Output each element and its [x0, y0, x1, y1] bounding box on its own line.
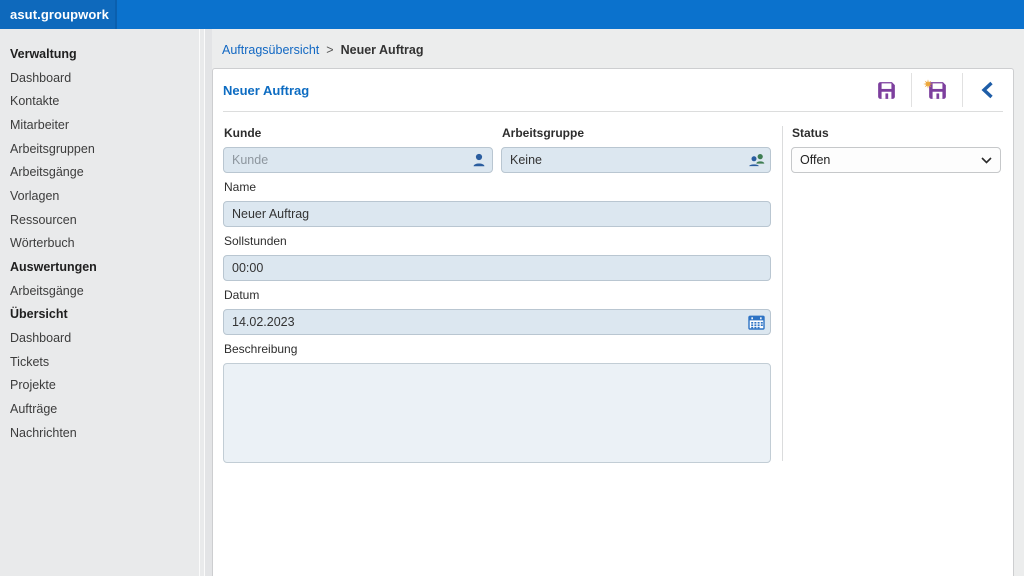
sidebar-item-woerterbuch[interactable]: Wörterbuch — [10, 232, 199, 256]
status-field-group: Status Offen — [791, 126, 1001, 173]
arbeitsgruppe-label: Arbeitsgruppe — [502, 126, 771, 140]
breadcrumb-link-auftragsuebersicht[interactable]: Auftragsübersicht — [222, 43, 319, 57]
top-bar: asut.groupwork — [0, 0, 1024, 29]
breadcrumb-current: Neuer Auftrag — [341, 43, 424, 57]
sidebar-item-projekte[interactable]: Projekte — [10, 374, 199, 398]
kunde-label: Kunde — [224, 126, 493, 140]
sidebar-item-nachrichten[interactable]: Nachrichten — [10, 421, 199, 445]
name-label: Name — [224, 180, 771, 194]
back-button[interactable] — [975, 77, 1001, 103]
form-right-column: Status Offen — [783, 126, 1001, 475]
sidebar-item-kontakte[interactable]: Kontakte — [10, 89, 199, 113]
sidebar-item-dashboard[interactable]: Dashboard — [10, 66, 199, 90]
card-toolbar — [873, 73, 1003, 107]
sidebar-item-mitarbeiter[interactable]: Mitarbeiter — [10, 113, 199, 137]
form-left-column: Kunde Arbeitsgruppe — [223, 126, 771, 475]
person-icon[interactable] — [471, 152, 487, 168]
sidebar-item-arbeitsgruppen[interactable]: Arbeitsgruppen — [10, 137, 199, 161]
save-icon — [875, 79, 898, 102]
arbeitsgruppe-field-group: Arbeitsgruppe — [501, 126, 771, 173]
page-title: Neuer Auftrag — [223, 83, 309, 98]
name-input-box — [223, 201, 771, 227]
datum-input-box — [223, 309, 771, 335]
sidebar-item-arbeitsgaenge[interactable]: Arbeitsgänge — [10, 160, 199, 184]
sidebar-item-ressourcen[interactable]: Ressourcen — [10, 208, 199, 232]
datum-label: Datum — [224, 288, 771, 302]
name-input[interactable] — [224, 207, 770, 221]
breadcrumb-separator: > — [326, 43, 333, 57]
name-field-group: Name — [223, 180, 771, 227]
sidebar-item-tickets[interactable]: Tickets — [10, 350, 199, 374]
calendar-icon[interactable] — [748, 314, 765, 330]
sollstunden-field-group: Sollstunden — [223, 234, 771, 281]
beschreibung-textarea[interactable] — [223, 363, 771, 463]
chevron-left-icon — [978, 80, 998, 100]
beschreibung-label: Beschreibung — [224, 342, 771, 356]
sollstunden-label: Sollstunden — [224, 234, 771, 248]
datum-field-group: Datum — [223, 288, 771, 335]
people-group-icon[interactable] — [747, 152, 765, 168]
toolbar-separator — [962, 73, 963, 107]
new-star-icon — [923, 76, 933, 94]
main-area: Auftragsübersicht > Neuer Auftrag Neuer … — [212, 29, 1024, 576]
sidebar-item-vorlagen[interactable]: Vorlagen — [10, 184, 199, 208]
toolbar-separator — [911, 73, 912, 107]
sidebar-nav: Verwaltung Dashboard Kontakte Mitarbeite… — [0, 29, 199, 576]
datum-input[interactable] — [224, 315, 770, 329]
arbeitsgruppe-input-box — [501, 147, 771, 173]
kunde-input[interactable] — [224, 153, 492, 167]
kunde-field-group: Kunde — [223, 126, 493, 173]
sidebar-splitter — [199, 29, 212, 576]
sidebar-item-arbeitsgaenge-2[interactable]: Arbeitsgänge — [10, 279, 199, 303]
order-form: Kunde Arbeitsgruppe — [213, 112, 1013, 475]
sidebar-item-auswertungen[interactable]: Auswertungen — [10, 255, 199, 279]
card-header: Neuer Auftrag — [223, 69, 1003, 112]
sollstunden-input[interactable] — [224, 261, 770, 275]
app-logo[interactable]: asut.groupwork — [0, 0, 117, 29]
sidebar-item-dashboard-2[interactable]: Dashboard — [10, 326, 199, 350]
status-select-value: Offen — [800, 153, 830, 167]
status-label: Status — [792, 126, 1001, 140]
sidebar-item-auftraege[interactable]: Aufträge — [10, 397, 199, 421]
sidebar-item-verwaltung[interactable]: Verwaltung — [10, 42, 199, 66]
beschreibung-field-group: Beschreibung — [223, 342, 771, 468]
sidebar-item-uebersicht[interactable]: Übersicht — [10, 303, 199, 327]
order-form-card: Neuer Auftrag — [212, 68, 1014, 576]
status-select[interactable]: Offen — [791, 147, 1001, 173]
app-logo-text: asut.groupwork — [10, 7, 109, 22]
save-and-new-button[interactable] — [924, 77, 950, 103]
breadcrumb: Auftragsübersicht > Neuer Auftrag — [222, 43, 423, 57]
save-button[interactable] — [873, 77, 899, 103]
sollstunden-input-box — [223, 255, 771, 281]
chevron-down-icon — [981, 157, 992, 164]
kunde-input-box — [223, 147, 493, 173]
arbeitsgruppe-input[interactable] — [502, 153, 770, 167]
